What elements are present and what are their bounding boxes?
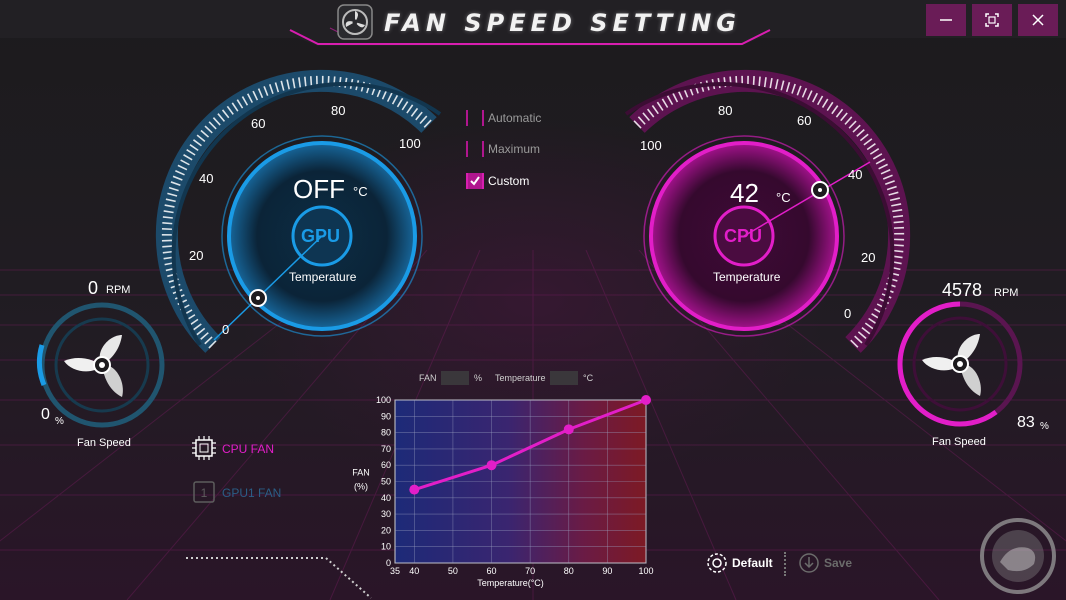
mode-custom-label: Custom — [488, 174, 530, 188]
chart-y-axis-label-unit: (%) — [354, 482, 368, 492]
chart-y-tick-label: 50 — [381, 477, 391, 487]
cpu-chip-label: CPU — [724, 226, 763, 246]
save-button[interactable]: Save — [798, 552, 862, 576]
cpu-fan-icon — [922, 334, 981, 396]
watermark-logo — [980, 518, 1056, 594]
actions-divider — [784, 552, 788, 576]
chart-x-tick-label: 50 — [448, 566, 458, 576]
chart-x-tick-label: 60 — [487, 566, 497, 576]
gpu-gauge-tick: 20 — [189, 248, 204, 263]
cpu-gauge-tick: 100 — [640, 138, 662, 153]
download-icon — [799, 553, 819, 573]
fan-curve-point[interactable] — [409, 484, 420, 495]
temperature-field-unit: °C — [583, 373, 594, 383]
cpu-temperature-gauge — [624, 69, 911, 353]
fan-curve-point[interactable] — [563, 424, 574, 435]
cpu-fan-speed-caption: Fan Speed — [932, 436, 986, 448]
svg-text:1: 1 — [201, 486, 208, 500]
cpu-temperature-value: 42 — [730, 178, 759, 208]
cpu-fan-percent-value: 83 — [1017, 414, 1035, 431]
gpu-gauge-tick: 40 — [199, 171, 214, 186]
chart-x-tick-label: 70 — [525, 566, 535, 576]
chart-y-tick-label: 60 — [381, 460, 391, 470]
chart-x-tick-label: 80 — [564, 566, 574, 576]
gpu-chip-label: GPU — [301, 226, 341, 246]
chart-y-tick-label: 90 — [381, 411, 391, 421]
chart-y-tick-label: 30 — [381, 509, 391, 519]
gpu-fan-rpm-value: 0 — [88, 278, 99, 298]
chart-y-axis-label: FAN — [352, 468, 370, 478]
chart-x-tick-label: 100 — [638, 566, 653, 576]
cpu-fan-rpm-unit: RPM — [994, 287, 1019, 299]
chart-x-tick-label: 40 — [409, 566, 419, 576]
gpu-fan-rpm-unit: RPM — [106, 284, 131, 296]
mode-automatic-label: Automatic — [488, 111, 542, 125]
cpu-gauge-tick: 80 — [718, 103, 733, 118]
decorative-dotted-line — [186, 557, 372, 599]
fan-percent-input[interactable] — [441, 371, 469, 385]
gpu-fan-percent-unit: % — [55, 416, 64, 427]
cpu-gauge-tick: 20 — [861, 250, 876, 265]
chart-y-tick-label: 20 — [381, 525, 391, 535]
gpu-fan-icon — [64, 335, 123, 397]
chart-x-axis-label: Temperature(°C) — [477, 578, 544, 588]
save-button-label: Save — [824, 556, 853, 570]
curve-point-fields: FAN % Temperature °C — [419, 371, 619, 387]
mode-automatic-checkbox[interactable] — [466, 110, 484, 126]
gpu-card-icon: 1 — [193, 481, 215, 503]
gpu-temperature-value: OFF — [293, 174, 345, 204]
chart-y-tick-label: 70 — [381, 444, 391, 454]
chart-y-tick-label: 10 — [381, 542, 391, 552]
fan-field-unit: % — [474, 373, 483, 383]
chart-y-tick-label: 100 — [376, 395, 391, 405]
gpu1-fan-tab-label: GPU1 FAN — [222, 486, 282, 500]
gpu-fan-speed-caption: Fan Speed — [77, 437, 131, 449]
chart-y-tick-label: 40 — [381, 493, 391, 503]
chart-y-tick-label: 80 — [381, 428, 391, 438]
fan-curve-chart[interactable]: 010203040506070809010035 40 50 60 70 80 90 100T… — [348, 388, 668, 588]
checkmark-icon — [470, 176, 480, 186]
cpu-fan-percent-unit: % — [1040, 421, 1049, 432]
cpu-fan-tab-label: CPU FAN — [222, 442, 275, 456]
cpu-gauge-tick: 0 — [844, 306, 852, 321]
cpu-gauge-tick: 60 — [797, 113, 812, 128]
cpu-fan-rpm-value: 4578 — [942, 280, 983, 300]
gpu-temperature-caption: Temperature — [289, 270, 357, 284]
gpu-gauge-tick: 100 — [399, 136, 421, 151]
cpu-temperature-unit: °C — [776, 190, 791, 205]
fan-field-label: FAN — [419, 373, 437, 383]
cpu-gauge-tick: 40 — [848, 167, 863, 182]
gpu-temperature-unit: °C — [353, 184, 368, 199]
fan-curve-point[interactable] — [641, 395, 651, 405]
temperature-field-label: Temperature — [495, 373, 546, 383]
chart-x-tick-label: 35 — [390, 566, 400, 576]
reset-icon — [707, 553, 727, 573]
cpu-temperature-caption: Temperature — [713, 270, 781, 284]
gpu-fan-percent-value: 0 — [41, 406, 50, 423]
mode-maximum-label: Maximum — [488, 142, 541, 156]
chart-x-tick-label: 90 — [602, 566, 612, 576]
mode-custom-checkbox[interactable] — [466, 173, 484, 189]
mode-maximum-checkbox[interactable] — [466, 141, 484, 157]
gpu-gauge-tick: 0 — [222, 322, 230, 337]
gpu-gauge-tick: 60 — [251, 116, 266, 131]
default-button-label: Default — [732, 556, 773, 570]
gpu-gauge-tick: 80 — [331, 103, 346, 118]
temperature-input[interactable] — [550, 371, 578, 385]
fan-curve-point[interactable] — [486, 460, 497, 471]
chip-icon — [192, 436, 216, 460]
default-button[interactable]: Default — [706, 552, 780, 576]
gpu-temperature-gauge — [155, 69, 442, 353]
